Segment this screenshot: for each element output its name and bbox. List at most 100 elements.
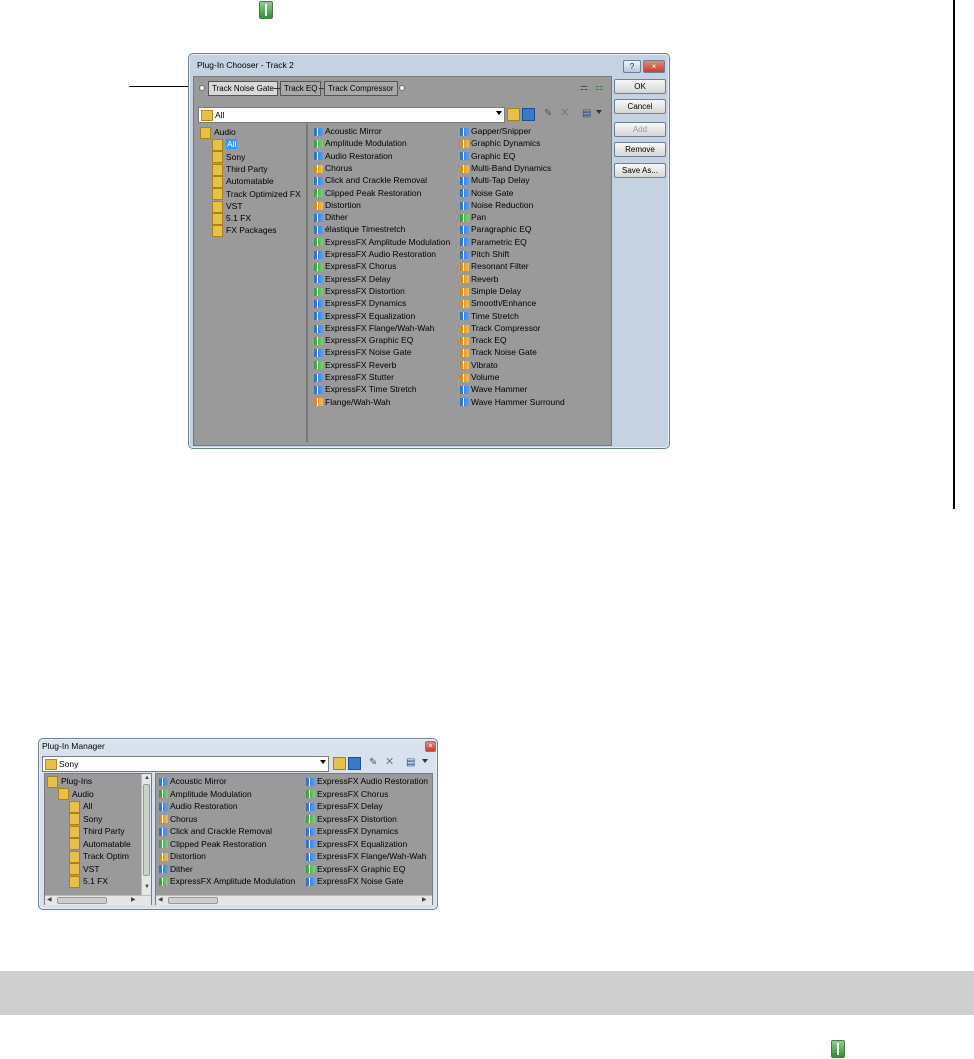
plugin-list-item[interactable]: ExpressFX Amplitude Modulation — [159, 875, 295, 887]
scroll-up-icon[interactable]: ▲ — [144, 775, 150, 781]
path-combo[interactable]: Sony — [42, 756, 329, 772]
plugin-list-item[interactable]: ExpressFX Reverb — [314, 359, 396, 371]
refresh-icon[interactable] — [348, 757, 361, 770]
plugin-list-item[interactable]: Vibrato — [460, 359, 498, 371]
scroll-left-icon[interactable]: ◀ — [158, 896, 163, 903]
new-folder-icon[interactable]: ✎ — [544, 108, 555, 119]
plugin-list-item[interactable]: ExpressFX Equalization — [314, 310, 415, 322]
tree-item[interactable]: 5.1 FX — [69, 875, 108, 888]
plugin-list-item[interactable]: Time Stretch — [460, 310, 519, 322]
plugin-list-item[interactable]: Parametric EQ — [460, 236, 527, 248]
plugin-list-item[interactable]: Noise Reduction — [460, 199, 533, 211]
scroll-right-icon[interactable]: ▶ — [131, 896, 136, 903]
plugin-list-item[interactable]: Track EQ — [460, 334, 507, 346]
tree-item[interactable]: Sony — [212, 151, 245, 164]
plugin-list-item[interactable]: ExpressFX Graphic EQ — [306, 863, 405, 875]
tree-item[interactable]: Audio — [58, 788, 94, 801]
tree-item[interactable]: Third Party — [212, 163, 268, 176]
path-combo[interactable]: All — [198, 107, 505, 123]
remove-from-chain-icon[interactable]: ⚎ — [580, 82, 591, 93]
ok-button[interactable]: OK — [614, 79, 666, 94]
new-folder-icon[interactable]: ✎ — [369, 757, 380, 768]
plugin-list-item[interactable]: Paragraphic EQ — [460, 223, 531, 235]
plugin-list-item[interactable]: Pitch Shift — [460, 248, 509, 260]
tree-item[interactable]: FX Packages — [212, 224, 277, 238]
remove-button[interactable]: Remove — [614, 142, 666, 157]
chain-item-track-eq[interactable]: Track EQ — [280, 81, 322, 96]
views-chevron-icon[interactable] — [422, 759, 428, 763]
tree-vertical-scrollbar[interactable]: ▲ ▼ — [141, 774, 151, 895]
plugin-list-item[interactable]: ExpressFX Equalization — [306, 838, 407, 850]
plugin-list-item[interactable]: Pan — [460, 211, 486, 223]
plugin-list-item[interactable]: ExpressFX Amplitude Modulation — [314, 236, 450, 248]
plugin-list-item[interactable]: ExpressFX Delay — [306, 800, 383, 812]
scroll-thumb[interactable] — [168, 897, 218, 904]
plugin-list-item[interactable]: Volume — [460, 371, 499, 383]
plugin-list-item[interactable]: ExpressFX Delay — [314, 273, 391, 285]
plugin-list-item[interactable]: Clipped Peak Restoration — [314, 187, 421, 199]
chain-item-track-noise-gate[interactable]: Track Noise Gate — [208, 81, 278, 96]
views-icon[interactable]: ▤ — [406, 757, 417, 768]
plugin-list-item[interactable]: Audio Restoration — [159, 800, 238, 812]
scroll-down-icon[interactable]: ▼ — [144, 884, 150, 890]
help-button[interactable]: ? — [623, 60, 641, 73]
plugin-list-item[interactable]: Noise Gate — [460, 187, 514, 199]
scroll-right-icon[interactable]: ▶ — [422, 896, 427, 903]
plugin-list-item[interactable]: ExpressFX Dynamics — [314, 297, 406, 309]
plugin-list-item[interactable]: Flange/Wah-Wah — [314, 396, 391, 408]
tree-item[interactable]: Plug-Ins — [47, 775, 92, 788]
tree-item[interactable]: All — [212, 138, 238, 152]
scroll-thumb[interactable] — [57, 897, 107, 904]
plugin-list-item[interactable]: Acoustic Mirror — [314, 125, 382, 137]
plugin-list-item[interactable]: Amplitude Modulation — [159, 788, 252, 800]
plugin-list-item[interactable]: Wave Hammer Surround — [460, 396, 565, 408]
list-horizontal-scrollbar[interactable]: ◀ ▶ — [156, 895, 432, 905]
plugin-list-item[interactable]: ExpressFX Audio Restoration — [314, 248, 436, 260]
save-as-button[interactable]: Save As... — [614, 163, 666, 178]
plugin-list-item[interactable]: Graphic EQ — [460, 150, 515, 162]
plugin-list-item[interactable]: Audio Restoration — [314, 150, 393, 162]
scroll-left-icon[interactable]: ◀ — [47, 896, 52, 903]
add-button[interactable]: Add — [614, 122, 666, 137]
plugin-list-item[interactable]: Track Noise Gate — [460, 346, 537, 358]
plugin-list-item[interactable]: Chorus — [159, 813, 197, 825]
plugin-list-item[interactable]: Chorus — [314, 162, 352, 174]
plugin-list-item[interactable]: ExpressFX Noise Gate — [306, 875, 403, 887]
tree-item[interactable]: Track Optimized FX — [212, 188, 301, 201]
plugin-list-item[interactable]: ExpressFX Distortion — [306, 813, 397, 825]
tree-item[interactable]: Track Optim — [69, 850, 129, 863]
delete-icon[interactable]: ✕ — [560, 108, 571, 119]
plugin-list-item[interactable]: Track Compressor — [460, 322, 541, 334]
views-icon[interactable]: ▤ — [582, 108, 593, 119]
views-chevron-icon[interactable] — [596, 110, 602, 114]
plugin-list-item[interactable]: ExpressFX Flange/Wah-Wah — [314, 322, 434, 334]
close-button[interactable]: × — [425, 741, 436, 752]
tree-item[interactable]: Sony — [69, 813, 102, 826]
add-to-chain-icon[interactable]: ⚏ — [595, 82, 606, 93]
cancel-button[interactable]: Cancel — [614, 99, 666, 114]
plugin-list-item[interactable]: Resonant Filter — [460, 260, 529, 272]
plugin-list-item[interactable]: Dither — [159, 863, 193, 875]
tree-item[interactable]: VST — [212, 200, 243, 213]
plugin-list-item[interactable]: Amplitude Modulation — [314, 137, 407, 149]
refresh-icon[interactable] — [522, 108, 535, 121]
plugin-list-item[interactable]: Click and Crackle Removal — [314, 174, 427, 186]
plugin-list-item[interactable]: Multi-Band Dynamics — [460, 162, 551, 174]
plugin-list-item[interactable]: ExpressFX Graphic EQ — [314, 334, 413, 346]
tree-item[interactable]: All — [69, 800, 92, 813]
up-folder-icon[interactable] — [333, 757, 346, 770]
tree-item[interactable]: 5.1 FX — [212, 212, 251, 225]
plugin-list-item[interactable]: Acoustic Mirror — [159, 775, 227, 787]
plugin-list-item[interactable]: ExpressFX Flange/Wah-Wah — [306, 850, 426, 862]
plugin-list-item[interactable]: Click and Crackle Removal — [159, 825, 272, 837]
tree-item[interactable]: VST — [69, 863, 100, 876]
plugin-list-item[interactable]: ExpressFX Time Stretch — [314, 383, 417, 395]
up-folder-icon[interactable] — [507, 108, 520, 121]
plugin-list-item[interactable]: Gapper/Snipper — [460, 125, 531, 137]
plugin-list-item[interactable]: Simple Delay — [460, 285, 521, 297]
plugin-list-item[interactable]: ExpressFX Dynamics — [306, 825, 398, 837]
plugin-list-item[interactable]: ExpressFX Chorus — [314, 260, 396, 272]
tree-item[interactable]: Audio — [200, 126, 236, 139]
chain-item-track-compressor[interactable]: Track Compressor — [324, 81, 398, 96]
tree-item[interactable]: Third Party — [69, 825, 125, 838]
